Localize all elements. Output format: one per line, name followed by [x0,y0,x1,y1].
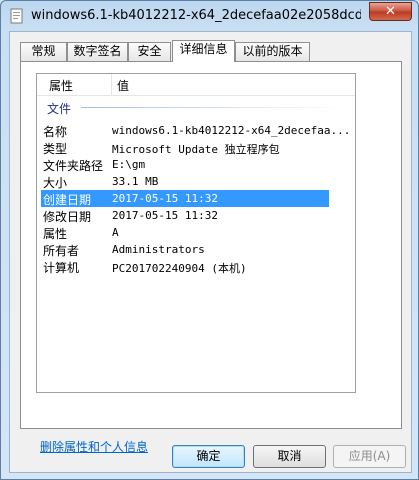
list-item[interactable]: 类型 Microsoft Update 独立程序包 [41,139,329,156]
remove-properties-link[interactable]: 删除属性和个人信息 [40,438,148,455]
property-value: Microsoft Update 独立程序包 [112,143,280,156]
list-item[interactable]: 修改日期 2017-05-15 11:32 [41,207,329,224]
property-value: 2017-05-15 11:32 [112,192,218,205]
ok-button[interactable]: 确定 [172,445,245,468]
property-value: Administrators [112,243,205,256]
property-list[interactable]: 属性 值 文件 名称 windows6.1-kb4012212-x64_2dec… [36,73,356,393]
tab-general[interactable]: 常规 [20,42,67,61]
property-name: 名称 [43,125,68,139]
property-name: 修改日期 [43,210,92,224]
window-title: windows6.1-kb4012212-x64_2decefaa02e2058… [31,8,361,23]
property-value: windows6.1-kb4012212-x64_2decefaa... [112,124,351,137]
column-header-value[interactable]: 值 [117,77,129,94]
list-item[interactable]: 计算机 PC201702240904 (本机) [41,258,329,275]
property-name: 类型 [43,142,68,156]
property-value: A [112,226,119,239]
tab-details[interactable]: 详细信息 [172,40,235,62]
property-value: E:\gm [112,158,146,171]
tab-previous-versions[interactable]: 以前的版本 [235,42,310,61]
title-bar[interactable]: windows6.1-kb4012212-x64_2decefaa02e2058… [1,1,418,31]
property-name: 所有者 [43,244,80,258]
property-name: 文件夹路径 [43,159,104,173]
dialog-client-area: 常规 数字签名 安全 详细信息 以前的版本 属性 值 文件 名称 windows… [9,31,412,473]
close-icon: ✕ [385,4,396,19]
list-item[interactable]: 所有者 Administrators [41,241,329,258]
column-header-property[interactable]: 属性 [49,77,73,94]
property-name: 创建日期 [43,193,92,207]
group-header-file: 文件 [47,102,72,116]
list-item[interactable]: 大小 33.1 MB [41,173,329,190]
list-item[interactable]: 属性 A [41,224,329,241]
properties-window: windows6.1-kb4012212-x64_2decefaa02e2058… [0,0,419,480]
property-name: 大小 [43,176,68,190]
tab-digital-signatures[interactable]: 数字签名 [67,42,128,61]
list-item[interactable]: 文件夹路径 E:\gm [41,156,329,173]
group-divider [81,107,344,108]
column-divider[interactable] [111,74,112,96]
property-value: 33.1 MB [112,175,159,188]
property-value: 2017-05-15 11:32 [112,209,218,222]
close-button[interactable]: ✕ [369,2,412,21]
property-name: 计算机 [43,261,80,275]
cancel-button[interactable]: 取消 [253,445,326,468]
property-name: 属性 [43,227,68,241]
list-item[interactable]: 名称 windows6.1-kb4012212-x64_2decefaa... [41,122,350,139]
apply-button[interactable]: 应用(A) [333,445,406,468]
file-icon [10,8,23,24]
list-item-selected[interactable]: 创建日期 2017-05-15 11:32 [41,190,329,207]
tab-strip: 常规 数字签名 安全 详细信息 以前的版本 [20,40,410,62]
property-value: PC201702240904 (本机) [112,262,247,275]
details-panel: 属性 值 文件 名称 windows6.1-kb4012212-x64_2dec… [20,61,402,454]
tab-security[interactable]: 安全 [128,42,171,61]
list-header: 属性 值 [37,74,355,96]
